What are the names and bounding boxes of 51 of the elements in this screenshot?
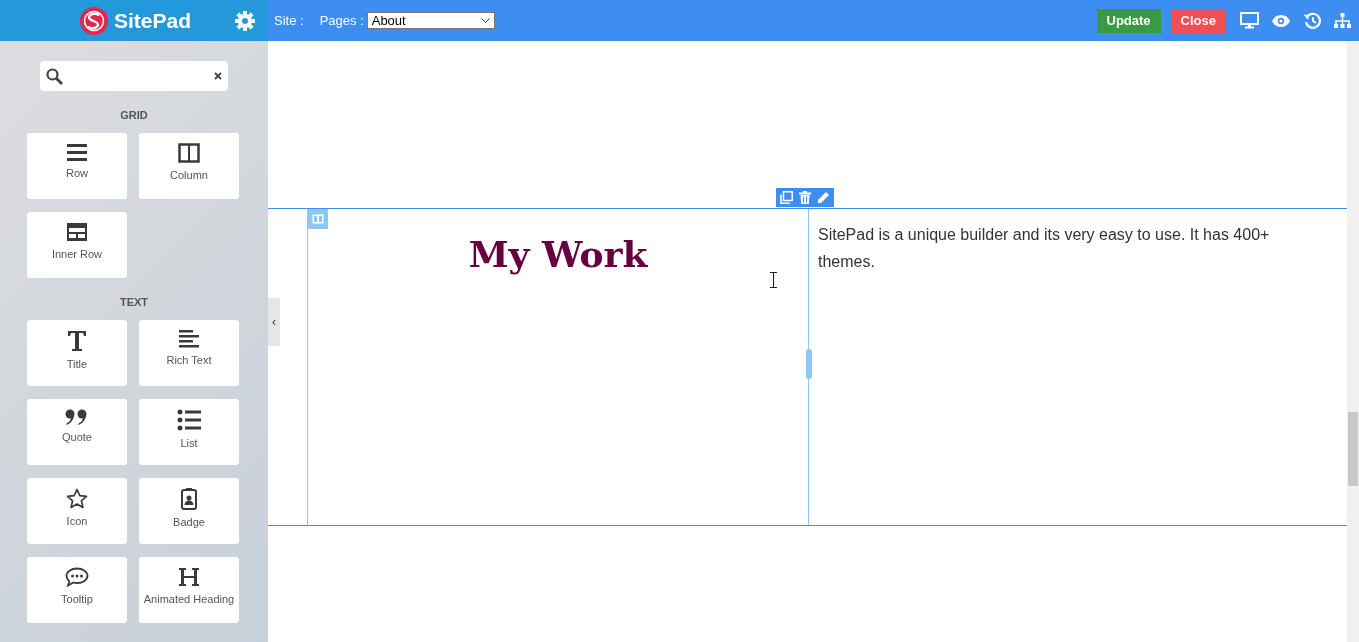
widget-tile[interactable]: Column — [139, 133, 239, 199]
row-icon — [67, 143, 87, 161]
pages-label: Pages : — [319, 13, 364, 28]
settings-icon[interactable] — [235, 10, 256, 31]
search-field[interactable] — [40, 61, 228, 91]
history-icon[interactable] — [1303, 12, 1321, 29]
collapse-sidebar-button[interactable]: ‹ — [268, 298, 280, 346]
widget-tile[interactable]: Icon — [27, 478, 127, 544]
section-heading: TEXT — [118, 296, 150, 308]
list-icon — [177, 409, 201, 431]
brand-name: SitePad — [114, 8, 192, 33]
id-badge-icon — [181, 488, 197, 510]
monitor-icon[interactable] — [1240, 12, 1259, 29]
widget-tile[interactable]: Title — [27, 320, 127, 386]
widget-tile[interactable]: Badge — [139, 478, 239, 544]
resize-handle[interactable] — [806, 349, 812, 379]
copy-icon[interactable] — [780, 191, 793, 204]
speech-bubble-icon — [65, 567, 89, 587]
widget-tile[interactable]: Animated Heading — [139, 557, 239, 623]
rich-text-icon — [179, 330, 199, 348]
paragraph: SitePad is a unique builder and its very easy to use. It has 400+ themes. — [818, 225, 1271, 272]
widget-tile[interactable]: Rich Text — [139, 320, 239, 386]
column-icon — [178, 143, 200, 163]
widget-tile[interactable]: Inner Row — [27, 212, 127, 278]
scrollbar[interactable] — [1347, 41, 1359, 642]
sitemap-icon[interactable] — [1334, 12, 1351, 29]
pages-dropdown[interactable]: About — [366, 12, 495, 29]
quote-icon — [65, 409, 89, 425]
eye-icon[interactable] — [1272, 14, 1290, 27]
widget-tile[interactable]: Quote — [27, 399, 127, 465]
update-button[interactable]: Update — [1096, 8, 1161, 33]
trash-icon[interactable] — [799, 191, 811, 204]
chevron-down-icon — [480, 18, 490, 23]
column-block[interactable]: My Work — [307, 209, 809, 525]
inner-row-icon — [66, 222, 88, 242]
widget-tile[interactable]: Row — [27, 133, 127, 199]
search-icon — [46, 67, 63, 85]
column-handle-icon[interactable] — [308, 209, 328, 229]
heading: My Work — [468, 233, 648, 277]
widget-tile[interactable]: Tooltip — [27, 557, 127, 623]
section-heading: GRID — [119, 109, 149, 121]
clear-icon[interactable] — [214, 72, 222, 80]
text-cursor-icon — [770, 272, 777, 288]
spiral-logo-icon — [80, 6, 108, 35]
title-icon — [67, 330, 87, 352]
widget-tile[interactable]: List — [139, 399, 239, 465]
star-icon — [66, 488, 88, 509]
site-label: Site : — [274, 13, 304, 28]
heading-icon — [178, 567, 200, 587]
close-button[interactable]: Close — [1170, 8, 1226, 33]
pencil-icon[interactable] — [817, 191, 830, 204]
